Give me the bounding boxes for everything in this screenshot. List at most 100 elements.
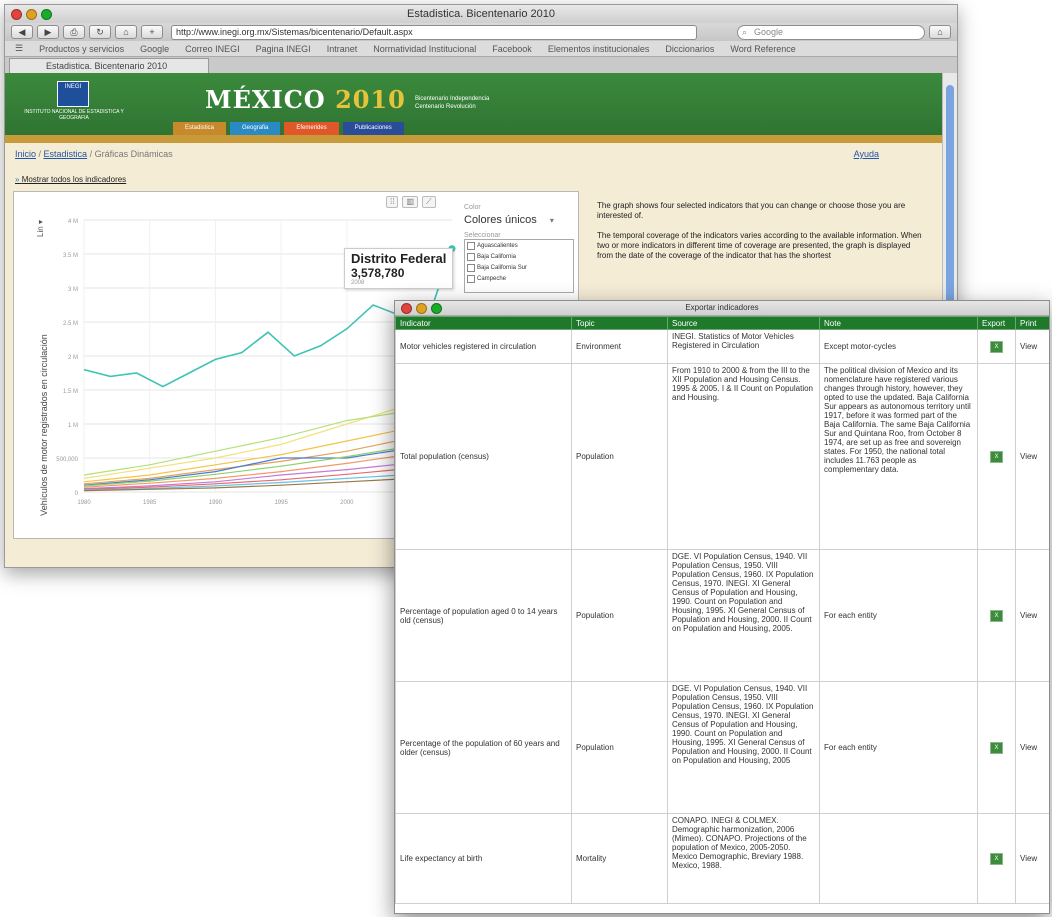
view-link[interactable]: View xyxy=(1015,681,1049,814)
tagline: Bicentenario Independencia Centenario Re… xyxy=(415,95,489,111)
bookmark-item[interactable]: Facebook xyxy=(492,44,532,54)
url-field[interactable]: http://www.inegi.org.mx/Sistemas/bicente… xyxy=(171,24,697,40)
y-tick-label: 3 M xyxy=(68,287,78,293)
help-link[interactable]: Ayuda xyxy=(854,149,879,159)
y-tick-label: 500,000 xyxy=(56,457,78,463)
dialog-title: Exportar indicadores xyxy=(685,303,759,312)
search-placeholder: Google xyxy=(754,26,784,37)
show-all-indicators-link[interactable]: » Mostrar todos los indicadores xyxy=(15,175,126,184)
y-tick-label: 2.5 M xyxy=(63,321,78,327)
brand-word: MÉXICO xyxy=(205,85,326,114)
select-label: Seleccionar xyxy=(464,232,501,239)
window-controls xyxy=(11,9,52,20)
excel-export-icon[interactable]: X xyxy=(990,852,1003,865)
tooltip-year: 2008 xyxy=(351,280,365,286)
cell-source: CONAPO. INEGI & COLMEX. Demographic harm… xyxy=(667,813,820,904)
checkbox[interactable] xyxy=(467,252,475,261)
cell-source: DGE. VI Population Census, 1940. VII Pop… xyxy=(667,549,820,682)
home-icon[interactable]: ⌂ xyxy=(115,25,137,39)
excel-export-icon[interactable]: X xyxy=(990,450,1003,463)
bookmark-item[interactable]: Pagina INEGI xyxy=(256,44,311,54)
entity-item[interactable]: Baja California Sur xyxy=(465,262,573,273)
header-topic: Topic xyxy=(571,316,668,330)
x-tick-label: 1985 xyxy=(143,500,157,506)
cell-source: From 1910 to 2000 & from the III to the … xyxy=(667,363,820,550)
bookmark-item[interactable]: Elementos institucionales xyxy=(548,44,650,54)
breadcrumb-section[interactable]: Estadistica xyxy=(44,149,88,159)
nav-geografia[interactable]: Geografia xyxy=(230,122,281,135)
breadcrumb-home[interactable]: Inicio xyxy=(15,149,36,159)
nav-publicaciones[interactable]: Publicaciones xyxy=(342,122,404,135)
bookmark-item[interactable]: Productos y servicios xyxy=(39,44,124,54)
zoom-window-button[interactable] xyxy=(41,9,52,20)
header-print: Print xyxy=(1015,316,1049,330)
back-button[interactable]: ◀ xyxy=(11,25,33,39)
y-axis-label: Vehículos de motor registrados en circul… xyxy=(39,334,49,516)
checkbox[interactable] xyxy=(467,263,475,272)
bookmark-item[interactable]: Word Reference xyxy=(730,44,795,54)
x-tick-label: 1980 xyxy=(77,500,91,506)
reload-icon[interactable]: ↻ xyxy=(89,25,111,39)
chart-controls: Color Colores únicos ▾ Seleccionar Aguas… xyxy=(464,204,574,293)
bookmark-item[interactable]: Diccionarios xyxy=(665,44,714,54)
cell-source: DGE. VI Population Census, 1940. VII Pop… xyxy=(667,681,820,814)
bookmark-item[interactable]: Correo INEGI xyxy=(185,44,240,54)
excel-export-icon[interactable]: X xyxy=(990,340,1003,353)
nav-efemerides[interactable]: Efemerides xyxy=(284,122,339,135)
y-tick-label: 2 M xyxy=(68,355,78,361)
bookmark-item[interactable]: Normatividad Institucional xyxy=(373,44,476,54)
close-dialog-button[interactable] xyxy=(401,303,412,314)
bookmark-home-icon[interactable]: ⌂ xyxy=(929,25,951,39)
breadcrumb-current: Gráficas Dinámicas xyxy=(94,149,173,159)
info-paragraph: The temporal coverage of the indicators … xyxy=(597,231,922,260)
bookmark-item[interactable]: Google xyxy=(140,44,169,54)
entity-list[interactable]: Aguascalientes Baja California Baja Cali… xyxy=(464,239,574,293)
zoom-dialog-button[interactable] xyxy=(431,303,442,314)
view-link[interactable]: View xyxy=(1015,363,1049,550)
color-select[interactable]: Colores únicos ▾ xyxy=(464,214,574,226)
cell-export: X xyxy=(977,329,1016,364)
table-row: Percentage of population aged 0 to 14 ye… xyxy=(395,549,1049,682)
add-bookmark-button[interactable]: + xyxy=(141,25,163,39)
entity-item[interactable]: Aguascalientes xyxy=(465,240,573,251)
search-field[interactable]: ⌕ Google xyxy=(737,24,925,40)
print-icon[interactable]: ⎙ xyxy=(63,25,85,39)
minimize-window-button[interactable] xyxy=(26,9,37,20)
cell-note xyxy=(819,813,978,904)
minimize-dialog-button[interactable] xyxy=(416,303,427,314)
checkbox[interactable] xyxy=(467,274,475,283)
dialog-titlebar: Exportar indicadores xyxy=(395,301,1049,316)
dialog-window-controls xyxy=(401,303,442,314)
checkbox[interactable] xyxy=(467,241,475,250)
x-tick-label: 1995 xyxy=(274,500,288,506)
header-note: Note xyxy=(819,316,978,330)
nav-estadistica[interactable]: Estadistica xyxy=(173,122,227,135)
table-row: Total population (census) Population Fro… xyxy=(395,363,1049,550)
show-all-label: Mostrar todos los indicadores xyxy=(21,175,127,184)
cell-indicator: Life expectancy at birth xyxy=(395,813,572,904)
inegi-logo[interactable]: INEGI xyxy=(57,81,89,107)
entity-item[interactable]: Baja California xyxy=(465,251,573,262)
view-link[interactable]: View xyxy=(1015,329,1049,364)
cell-export: X xyxy=(977,813,1016,904)
tagline-line: Bicentenario Independencia xyxy=(415,96,490,102)
bookmark-item[interactable]: Intranet xyxy=(327,44,358,54)
cell-indicator: Percentage of population aged 0 to 14 ye… xyxy=(395,549,572,682)
search-icon: ⌕ xyxy=(742,26,748,37)
cell-topic: Population xyxy=(571,681,668,814)
scroll-thumb[interactable] xyxy=(946,85,954,335)
view-link[interactable]: View xyxy=(1015,813,1049,904)
cell-note: The political division of Mexico and its… xyxy=(819,363,978,550)
close-window-button[interactable] xyxy=(11,9,22,20)
view-link[interactable]: View xyxy=(1015,549,1049,682)
browser-tab[interactable]: Estadistica. Bicentenario 2010 xyxy=(9,58,209,73)
forward-button[interactable]: ▶ xyxy=(37,25,59,39)
indicators-table: Indicator Topic Source Note Export Print… xyxy=(395,316,1049,904)
bookmarks-icon[interactable]: ☰ xyxy=(15,43,23,54)
entity-item[interactable]: Campeche xyxy=(465,273,573,284)
cell-topic: Environment xyxy=(571,329,668,364)
browser-toolbar: ◀ ▶ ⎙ ↻ ⌂ + http://www.inegi.org.mx/Sist… xyxy=(5,23,957,41)
excel-export-icon[interactable]: X xyxy=(990,741,1003,754)
chevron-down-icon: ▾ xyxy=(549,216,554,225)
excel-export-icon[interactable]: X xyxy=(990,609,1003,622)
